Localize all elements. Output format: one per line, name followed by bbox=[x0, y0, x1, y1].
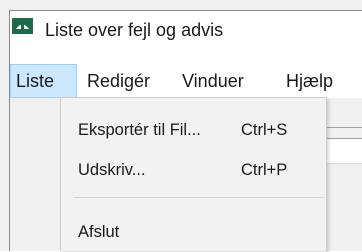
menu-hjaelp[interactable]: Hjælp bbox=[286, 64, 333, 98]
menu-item-export[interactable]: Eksportér til Fil... Ctrl+S bbox=[61, 110, 326, 150]
menu-item-export-shortcut: Ctrl+S bbox=[241, 121, 288, 139]
background-divider bbox=[327, 127, 362, 128]
menu-item-exit-label: Afslut bbox=[78, 223, 120, 241]
menu-rediger[interactable]: Redigér bbox=[87, 64, 150, 98]
menu-item-print[interactable]: Udskriv... Ctrl+P bbox=[61, 150, 326, 190]
menu-item-print-label: Udskriv... bbox=[78, 161, 146, 179]
menu-separator bbox=[74, 197, 324, 198]
title-bar[interactable]: Liste over fejl og advis bbox=[10, 11, 362, 64]
background-field bbox=[327, 138, 362, 164]
liste-dropdown-menu: Eksportér til Fil... Ctrl+S Udskriv... C… bbox=[60, 97, 327, 251]
app-logo-graphic bbox=[12, 18, 33, 34]
background-panel bbox=[327, 98, 362, 251]
menu-liste[interactable]: Liste bbox=[10, 64, 77, 98]
window-frame: Liste over fejl og advis Liste Redigér V… bbox=[0, 0, 362, 251]
menu-bar: Liste Redigér Vinduer Hjælp bbox=[10, 64, 362, 98]
window-title: Liste over fejl og advis bbox=[45, 20, 224, 40]
menu-vinduer[interactable]: Vinduer bbox=[182, 64, 244, 98]
menu-item-export-label: Eksportér til Fil... bbox=[78, 121, 201, 139]
menu-item-exit[interactable]: Afslut bbox=[61, 212, 326, 252]
app-icon[interactable] bbox=[12, 18, 33, 34]
menu-item-print-shortcut: Ctrl+P bbox=[241, 161, 288, 179]
